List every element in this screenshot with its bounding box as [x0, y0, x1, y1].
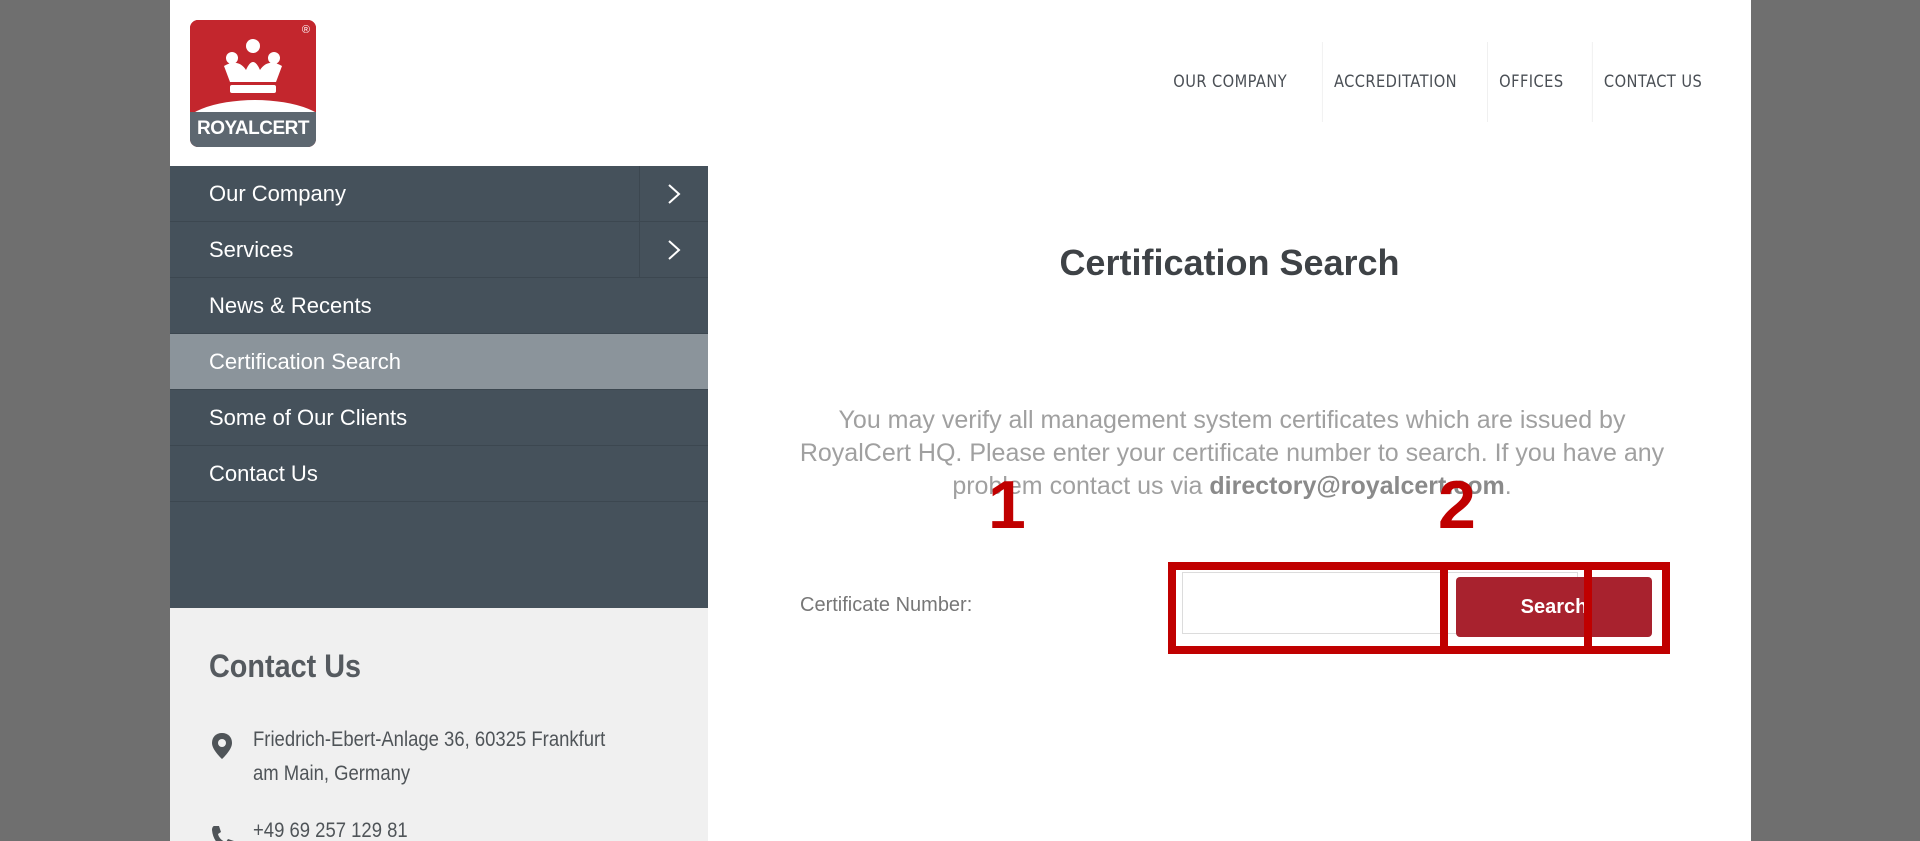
page: ® ROYALCERT OUR COMPANY ACCREDITATION OF… [170, 0, 1751, 841]
topnav-our-company[interactable]: OUR COMPANY [1162, 42, 1298, 122]
royalcert-logo[interactable]: ® ROYALCERT [190, 20, 316, 147]
sidebar-item-label: Contact Us [209, 460, 318, 486]
top-nav: OUR COMPANY ACCREDITATION OFFICES CONTAC… [1151, 42, 1723, 122]
sidebar-item-our-company[interactable]: Our Company [170, 166, 708, 222]
sidebar-item-contact-us[interactable]: Contact Us [170, 446, 708, 502]
certificate-number-label: Certificate Number: [800, 594, 973, 616]
sidebar-item-services[interactable]: Services [170, 222, 708, 278]
topnav-offices[interactable]: OFFICES [1487, 42, 1575, 122]
sidebar-item-label: News & Recents [209, 292, 372, 318]
topnav-accreditation[interactable]: ACCREDITATION [1321, 42, 1468, 122]
chevron-right-icon[interactable] [639, 222, 708, 277]
phone-icon [212, 826, 234, 841]
topnav-label: OUR COMPANY [1173, 72, 1288, 92]
page-title: Certification Search [1059, 242, 1400, 283]
logo-text: ROYALCERT [197, 118, 309, 139]
crown-icon [224, 39, 282, 93]
topnav-label: OFFICES [1499, 72, 1564, 92]
contact-address: Friedrich-Ebert-Anlage 36, 60325 Frankfu… [253, 728, 606, 785]
contact-title: Contact Us [209, 648, 362, 684]
contact-box: Contact Us Friedrich-Ebert-Anlage 36, 60… [170, 608, 708, 841]
logo-registered-mark: ® [301, 24, 310, 36]
page-description: You may verify all management system cer… [782, 404, 1682, 503]
topnav-contact-us[interactable]: CONTACT US [1591, 42, 1713, 122]
sidebar-item-label: Our Company [209, 180, 346, 206]
topnav-label: ACCREDITATION [1333, 72, 1457, 92]
sidebar-item-clients[interactable]: Some of Our Clients [170, 390, 708, 446]
contact-phone-row: +49 69 257 129 81 [209, 814, 683, 841]
location-pin-icon [212, 733, 232, 759]
sidebar-item-label: Certification Search [209, 348, 401, 374]
description-end: . [1504, 472, 1512, 500]
highlight-box-2 [1440, 562, 1670, 654]
contact-address-row: Friedrich-Ebert-Anlage 36, 60325 Frankfu… [209, 723, 683, 791]
sidebar-item-certification-search[interactable]: Certification Search [170, 334, 708, 390]
sidebar-item-label: Services [209, 236, 294, 262]
contact-phone[interactable]: +49 69 257 129 81 [253, 814, 631, 841]
sidebar-item-news[interactable]: News & Recents [170, 278, 708, 334]
annotation-number-2: 2 [1438, 467, 1476, 543]
annotation-number-1: 1 [988, 467, 1026, 543]
sidebar-item-label: Some of Our Clients [209, 404, 408, 430]
topnav-label: CONTACT US [1603, 72, 1702, 92]
chevron-right-icon[interactable] [639, 166, 708, 221]
sidebar: Our Company Services News & Recents Cert… [170, 166, 708, 608]
